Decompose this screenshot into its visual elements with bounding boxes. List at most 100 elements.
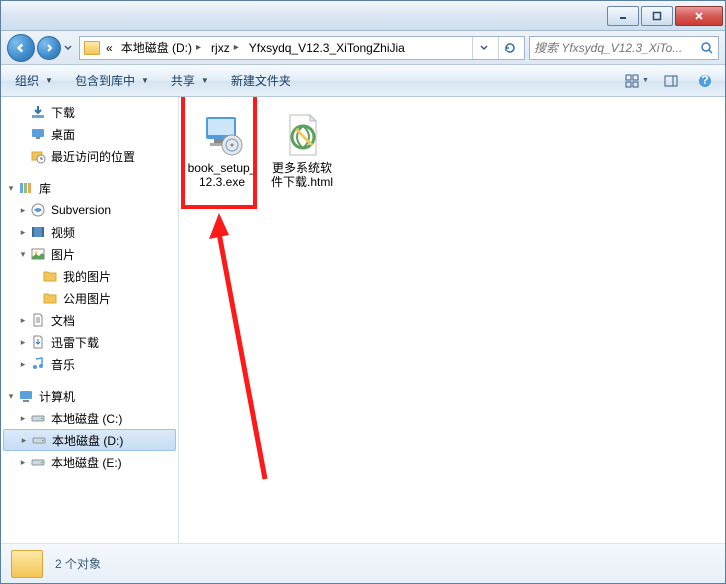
download-icon xyxy=(29,104,47,120)
tree-desktop[interactable]: 桌面 xyxy=(1,123,178,145)
refresh-button[interactable] xyxy=(498,37,520,59)
preview-pane-button[interactable] xyxy=(659,70,683,92)
chevron-right-icon: ▸ xyxy=(194,42,203,53)
breadcrumb-label: rjxz xyxy=(211,41,230,55)
maximize-button[interactable] xyxy=(641,6,673,26)
explorer-window: « 本地磁盘 (D:)▸ rjxz▸ Yfxsydq_V12.3_XiTongZ… xyxy=(0,0,726,584)
tree-public-pictures[interactable]: 公用图片 xyxy=(1,287,178,309)
tree-downloads[interactable]: 下载 xyxy=(1,101,178,123)
chevron-down-icon: ▼ xyxy=(141,76,149,85)
tree-pictures[interactable]: ▾ 图片 xyxy=(1,243,178,265)
tree-label: 本地磁盘 (C:) xyxy=(51,410,122,427)
tree-label: Subversion xyxy=(51,203,111,217)
navbar: « 本地磁盘 (D:)▸ rjxz▸ Yfxsydq_V12.3_XiTongZ… xyxy=(1,31,725,65)
search-input[interactable] xyxy=(534,41,700,55)
address-bar[interactable]: « 本地磁盘 (D:)▸ rjxz▸ Yfxsydq_V12.3_XiTongZ… xyxy=(79,36,525,60)
toolbar-label: 共享 xyxy=(171,72,195,89)
help-button[interactable]: ? xyxy=(693,70,717,92)
breadcrumb-item[interactable]: rjxz▸ xyxy=(209,41,243,55)
tree-music[interactable]: ▸ 音乐 xyxy=(1,353,178,375)
file-item-exe[interactable]: book_setup_12.3.exe xyxy=(185,107,259,193)
toolbar-label: 组织 xyxy=(15,72,39,89)
desktop-icon xyxy=(29,126,47,142)
video-icon xyxy=(29,224,47,240)
titlebar xyxy=(1,1,725,31)
tree-documents[interactable]: ▸ 文档 xyxy=(1,309,178,331)
tree-xunlei[interactable]: ▸ 迅雷下载 xyxy=(1,331,178,353)
history-dropdown[interactable] xyxy=(61,38,75,58)
tree-label: 视频 xyxy=(51,224,75,241)
breadcrumb-item[interactable]: 本地磁盘 (D:)▸ xyxy=(119,39,205,56)
tree-my-pictures[interactable]: 我的图片 xyxy=(1,265,178,287)
tree-label: 迅雷下载 xyxy=(51,334,99,351)
chevron-down-icon: ▼ xyxy=(642,77,649,84)
file-list[interactable]: book_setup_12.3.exe 更多系统软件下载.html xyxy=(179,97,725,543)
tree-drive-e[interactable]: ▸本地磁盘 (E:) xyxy=(1,451,178,473)
toolbar: 组织▼ 包含到库中 ▼ 共享 ▼ 新建文件夹 ▼ ? xyxy=(1,65,725,97)
library-icon xyxy=(17,180,35,196)
nav-arrows xyxy=(7,34,75,62)
file-item-html[interactable]: 更多系统软件下载.html xyxy=(265,107,339,193)
search-box[interactable] xyxy=(529,36,719,60)
view-options-button[interactable]: ▼ xyxy=(625,70,649,92)
collapse-icon[interactable]: ▾ xyxy=(5,183,17,194)
breadcrumb-label: 本地磁盘 (D:) xyxy=(121,39,192,56)
tree-drive-c[interactable]: ▸ 本地磁盘 (C:) xyxy=(1,407,178,429)
collapse-icon[interactable]: ▾ xyxy=(5,391,17,402)
tree-computer[interactable]: ▾ 计算机 xyxy=(1,385,178,407)
include-in-library-menu[interactable]: 包含到库中 ▼ xyxy=(69,69,155,92)
svg-text:?: ? xyxy=(701,74,708,87)
minimize-button[interactable] xyxy=(607,6,639,26)
breadcrumb-label: Yfxsydq_V12.3_XiTongZhiJia xyxy=(249,41,405,55)
folder-icon xyxy=(84,41,100,55)
breadcrumb-prefix[interactable]: « xyxy=(104,41,115,55)
tree-label: 最近访问的位置 xyxy=(51,148,135,165)
chevron-right-icon: ▸ xyxy=(232,42,241,53)
tree-label: 本地磁盘 (D:) xyxy=(52,432,123,449)
file-label: 更多系统软件下载.html xyxy=(267,161,337,189)
tree-label: 库 xyxy=(39,180,51,197)
search-icon xyxy=(700,41,714,55)
breadcrumb-item[interactable]: Yfxsydq_V12.3_XiTongZhiJia xyxy=(247,41,407,55)
close-button[interactable] xyxy=(675,6,723,26)
toolbar-label: 新建文件夹 xyxy=(231,72,291,89)
subversion-icon xyxy=(29,202,47,218)
tree-drive-d[interactable]: ▸ 本地磁盘 (D:) xyxy=(3,429,176,451)
back-button[interactable] xyxy=(7,34,35,62)
address-dropdown[interactable] xyxy=(472,37,494,59)
toolbar-label: 包含到库中 xyxy=(75,72,135,89)
expand-icon[interactable]: ▸ xyxy=(17,457,29,468)
tree-label: 公用图片 xyxy=(63,290,111,307)
file-label: book_setup_12.3.exe xyxy=(187,161,257,189)
forward-button[interactable] xyxy=(37,36,61,60)
folder-icon xyxy=(11,550,43,578)
tree-label: 文档 xyxy=(51,312,75,329)
expand-icon[interactable]: ▸ xyxy=(17,413,29,424)
tree-subversion[interactable]: ▸ Subversion xyxy=(1,199,178,221)
chevron-down-icon: ▼ xyxy=(201,76,209,85)
tree-label: 我的图片 xyxy=(63,268,111,285)
expand-icon[interactable]: ▸ xyxy=(17,337,29,348)
expand-icon[interactable]: ▸ xyxy=(17,359,29,370)
expand-icon[interactable]: ▸ xyxy=(17,227,29,238)
tree-libraries[interactable]: ▾库 xyxy=(1,177,178,199)
tree-label: 图片 xyxy=(51,246,75,263)
expand-icon[interactable]: ▸ xyxy=(17,205,29,216)
expand-icon[interactable]: ▸ xyxy=(17,315,29,326)
tree-recent[interactable]: 最近访问的位置 xyxy=(1,145,178,167)
music-icon xyxy=(29,356,47,372)
tree-label: 桌面 xyxy=(51,126,75,143)
tree-label: 下载 xyxy=(51,104,75,121)
new-folder-button[interactable]: 新建文件夹 xyxy=(225,69,297,92)
organize-menu[interactable]: 组织▼ xyxy=(9,69,59,92)
share-menu[interactable]: 共享 ▼ xyxy=(165,69,215,92)
tree-label: 计算机 xyxy=(39,388,75,405)
body: 下载 桌面 最近访问的位置 ▾库 ▸Subversion ▸视频 ▾图片 我的图… xyxy=(1,97,725,543)
drive-icon xyxy=(29,410,47,426)
expand-icon[interactable]: ▸ xyxy=(18,435,30,446)
collapse-icon[interactable]: ▾ xyxy=(17,249,29,260)
tree-videos[interactable]: ▸ 视频 xyxy=(1,221,178,243)
recent-icon xyxy=(29,148,47,164)
tree-label: 音乐 xyxy=(51,356,75,373)
download-icon xyxy=(29,334,47,350)
